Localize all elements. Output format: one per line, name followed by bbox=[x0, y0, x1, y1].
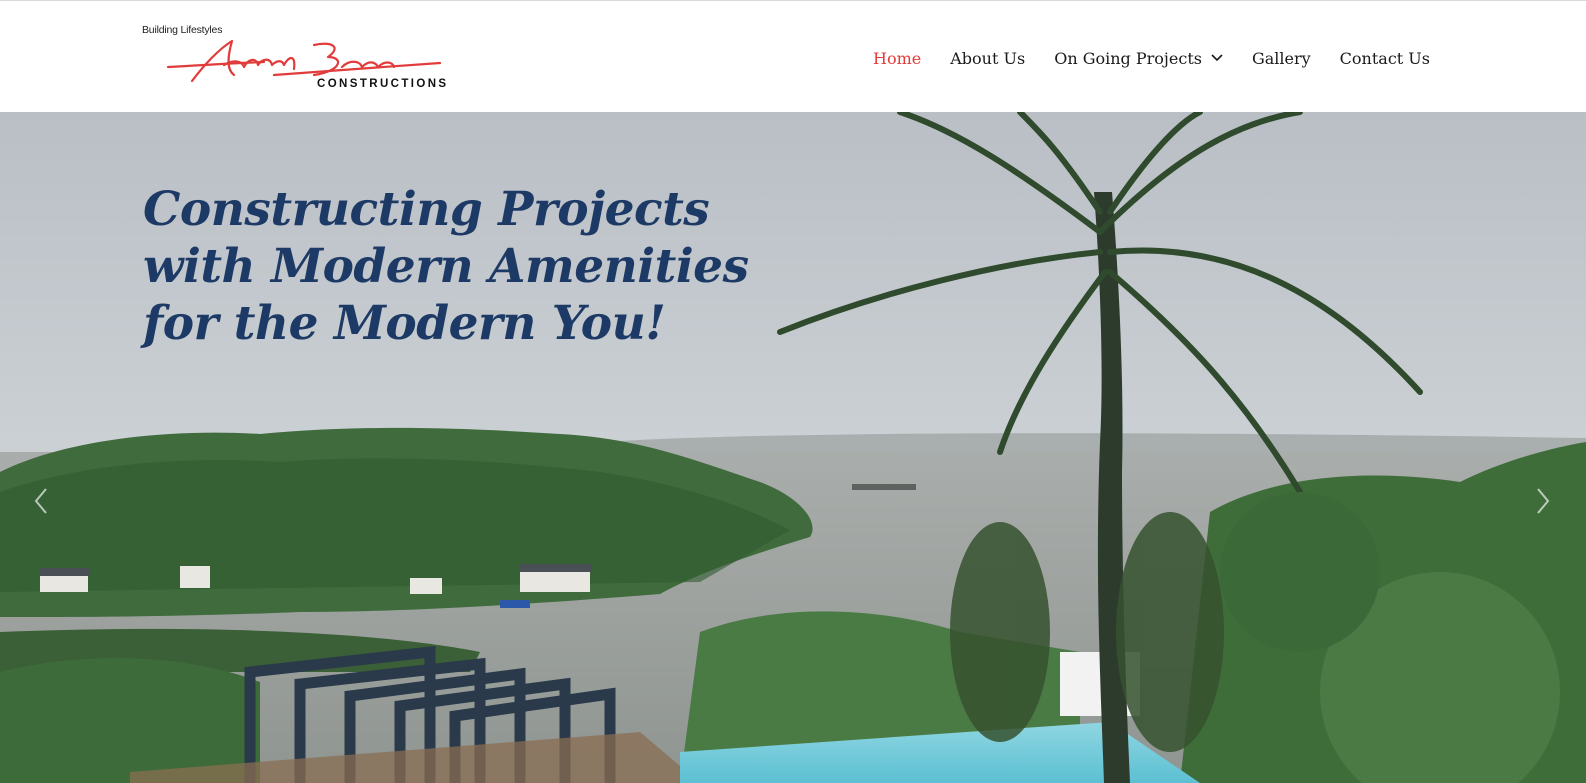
main-nav: Home About Us On Going Projects Gallery … bbox=[873, 45, 1430, 71]
nav-item-label: About Us bbox=[950, 48, 1026, 68]
logo-company: CONSTRUCTIONS bbox=[317, 78, 449, 90]
chevron-left-icon[interactable] bbox=[28, 484, 54, 518]
chevron-right-icon[interactable] bbox=[1530, 484, 1556, 518]
nav-item-about-us[interactable]: About Us bbox=[950, 49, 1025, 68]
hero-heading-line-3: for the Modern You! bbox=[143, 296, 666, 351]
hero-heading-line-2: with Modern Amenities bbox=[143, 239, 749, 294]
hero-slider: Constructing Projects with Modern Amenit… bbox=[0, 112, 1586, 783]
hero-heading: Constructing Projects with Modern Amenit… bbox=[143, 181, 749, 352]
hero-heading-line-1: Constructing Projects bbox=[143, 182, 710, 237]
nav-item-home[interactable]: Home bbox=[873, 49, 921, 68]
nav-item-on-going-projects[interactable]: On Going Projects bbox=[1054, 49, 1223, 68]
nav-item-contact-us[interactable]: Contact Us bbox=[1340, 49, 1430, 68]
site-header: Building Lifestyles CONSTRUCTIONS Home A… bbox=[0, 0, 1586, 112]
nav-item-label: Contact Us bbox=[1339, 48, 1430, 68]
nav-item-label: On Going Projects bbox=[1054, 48, 1202, 68]
site-logo[interactable]: Building Lifestyles CONSTRUCTIONS bbox=[142, 21, 452, 97]
nav-item-label: Gallery bbox=[1251, 48, 1311, 68]
chevron-down-icon bbox=[1211, 54, 1223, 62]
nav-item-gallery[interactable]: Gallery bbox=[1252, 49, 1311, 68]
nav-item-label: Home bbox=[873, 48, 922, 68]
